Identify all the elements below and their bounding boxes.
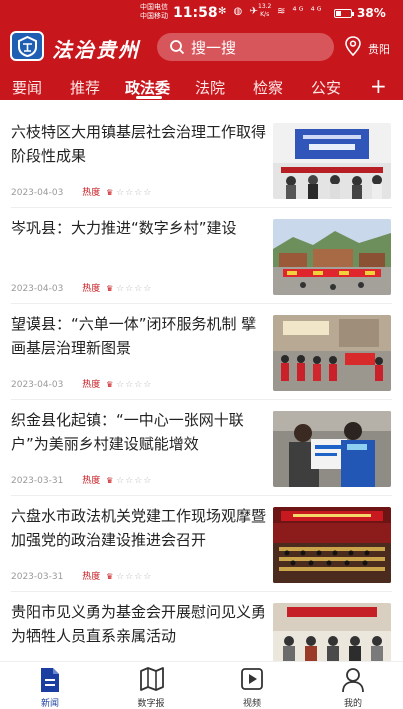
battery-icon — [334, 9, 354, 18]
active-tab-indicator — [136, 96, 162, 99]
status-bar: 中国电信 中国移动 11:58 ✻ ◍ ✈ 13.2 K/s ≋ ⁴ᴳ ⁴ᴳ 3… — [0, 0, 403, 28]
tab-gongan[interactable]: 公安 — [311, 77, 341, 98]
network-speed: 13.2 K/s — [258, 3, 271, 19]
battery-percent: 38% — [357, 6, 386, 20]
tab-jiancha[interactable]: 检察 — [253, 77, 283, 98]
nav-profile[interactable]: 我的 — [313, 662, 393, 709]
battery-level — [336, 11, 341, 16]
divider — [11, 207, 392, 208]
heat-label: 热度 — [82, 188, 101, 198]
news-item[interactable]: 六枝特区大用镇基层社会治理工作取得阶段性成果 2023-04-03 热度 ♛ ☆… — [0, 113, 403, 208]
search-input[interactable]: 搜一搜 — [157, 33, 334, 61]
divider — [11, 591, 392, 592]
divider — [11, 303, 392, 304]
news-item[interactable]: 贵阳市见义勇为基金会开展慰问见义勇为牺牲人员直系亲属活动 — [0, 593, 403, 661]
status-time: 11:58 — [173, 5, 218, 21]
news-meta: 2023-03-31 热度 ♛ ☆☆☆☆ — [11, 569, 152, 582]
nav-label: 视频 — [242, 699, 261, 709]
crown-icon: ♛ — [106, 572, 114, 581]
news-title: 六枝特区大用镇基层社会治理工作取得阶段性成果 — [11, 123, 267, 165]
heat-stars-icon: ☆☆☆☆ — [116, 188, 153, 198]
heat-label: 热度 — [82, 476, 101, 486]
category-tabs: 要闻 推荐 政法委 法院 检察 公安 + — [0, 74, 403, 100]
news-thumbnail-image — [273, 315, 391, 391]
search-placeholder: 搜一搜 — [191, 39, 237, 57]
network-icons: ≋ ⁴ᴳ ⁴ᴳ — [277, 6, 324, 17]
play-icon — [241, 668, 263, 690]
nav-label: 数字报 — [137, 699, 165, 709]
news-item[interactable]: 织金县化起镇：“一中心一张网十联户”为美丽乡村建设赋能增效 2023-03-31… — [0, 401, 403, 496]
speed-unit: K/s — [260, 11, 270, 18]
nav-label: 我的 — [343, 699, 362, 709]
tab-tuijian[interactable]: 推荐 — [70, 77, 100, 98]
news-date: 2023-03-31 — [11, 476, 64, 486]
heat-stars-icon: ☆☆☆☆ — [116, 380, 153, 390]
app-logo-text: 法治贵州 — [52, 38, 140, 62]
news-date: 2023-03-31 — [11, 572, 64, 582]
news-meta: 2023-04-03 热度 ♛ ☆☆☆☆ — [11, 377, 152, 390]
heat-label: 热度 — [82, 572, 101, 582]
heat-stars-icon: ☆☆☆☆ — [116, 572, 153, 582]
app-header: 中国电信 中国移动 11:58 ✻ ◍ ✈ 13.2 K/s ≋ ⁴ᴳ ⁴ᴳ 3… — [0, 0, 403, 100]
divider — [11, 495, 392, 496]
news-meta: 2023-04-03 热度 ♛ ☆☆☆☆ — [11, 185, 152, 198]
crown-icon: ♛ — [106, 476, 114, 485]
tab-zhengfawei[interactable]: 政法委 — [125, 77, 170, 98]
news-title: 岑巩县：大力推进“数字乡村”建设 — [11, 219, 237, 237]
app-logo-icon — [10, 31, 44, 61]
news-date: 2023-04-03 — [11, 380, 64, 390]
news-thumbnail-image — [273, 603, 391, 661]
crown-icon: ♛ — [106, 380, 114, 389]
news-thumbnail-image — [273, 507, 391, 583]
news-item[interactable]: 岑巩县：大力推进“数字乡村”建设 2023-04-03 热度 ♛ ☆☆☆☆ — [0, 209, 403, 304]
carrier-1: 中国电信 — [140, 3, 168, 11]
tab-fayuan[interactable]: 法院 — [195, 77, 225, 98]
news-title: 贵阳市见义勇为基金会开展慰问见义勇为牺牲人员直系亲属活动 — [11, 603, 267, 645]
news-meta: 2023-04-03 热度 ♛ ☆☆☆☆ — [11, 281, 152, 294]
map-icon — [140, 667, 164, 691]
carrier-names: 中国电信 中国移动 — [140, 3, 168, 21]
news-thumbnail-image — [273, 411, 391, 487]
news-thumbnail-image — [273, 123, 391, 199]
news-title: 望谟县：“六单一体”闭环服务机制 擘画基层治理新图景 — [11, 315, 257, 357]
news-thumbnail-image — [273, 219, 391, 295]
carrier-2: 中国移动 — [140, 12, 168, 20]
crown-icon: ♛ — [106, 284, 114, 293]
heat-stars-icon: ☆☆☆☆ — [116, 476, 153, 486]
search-icon — [170, 40, 185, 55]
divider — [11, 399, 392, 400]
user-icon — [342, 668, 364, 693]
news-item[interactable]: 望谟县：“六单一体”闭环服务机制 擘画基层治理新图景 2023-04-03 热度… — [0, 305, 403, 400]
nav-digital-paper[interactable]: 数字报 — [111, 662, 191, 709]
location-pin-icon — [345, 36, 361, 56]
news-title: 织金县化起镇：“一中心一张网十联户”为美丽乡村建设赋能增效 — [11, 411, 244, 453]
nav-news[interactable]: 新闻 — [10, 662, 90, 709]
heat-stars-icon: ☆☆☆☆ — [116, 284, 153, 294]
news-meta: 2023-03-31 热度 ♛ ☆☆☆☆ — [11, 473, 152, 486]
heat-label: 热度 — [82, 380, 101, 390]
heat-label: 热度 — [82, 284, 101, 294]
status-icons: ✻ ◍ ✈ — [218, 6, 260, 17]
tab-yaowen[interactable]: 要闻 — [12, 77, 42, 98]
news-item[interactable]: 六盘水市政法机关党建工作现场观摩暨加强党的政治建设推进会召开 2023-03-3… — [0, 497, 403, 592]
nav-video[interactable]: 视频 — [212, 662, 292, 709]
add-channel-button[interactable]: + — [370, 74, 387, 98]
bottom-navigation: 新闻 数字报 视频 我的 — [0, 661, 403, 709]
location-text: 贵阳 — [368, 43, 390, 56]
news-date: 2023-04-03 — [11, 284, 64, 294]
speed-value: 13.2 — [258, 3, 272, 10]
crown-icon: ♛ — [106, 188, 114, 197]
news-title: 六盘水市政法机关党建工作现场观摩暨加强党的政治建设推进会召开 — [11, 507, 267, 549]
nav-label: 新闻 — [40, 699, 59, 709]
document-icon — [41, 668, 59, 692]
news-date: 2023-04-03 — [11, 188, 64, 198]
